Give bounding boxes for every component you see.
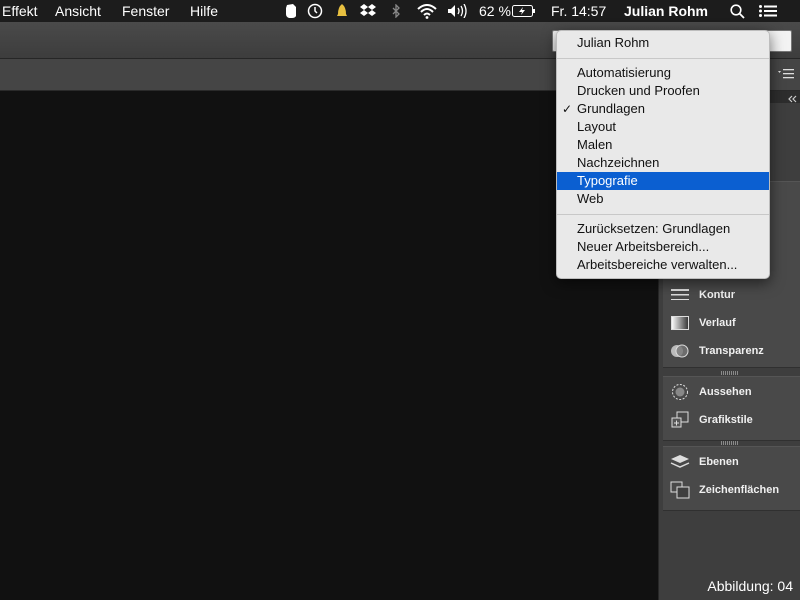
panel-label: Aussehen bbox=[699, 386, 752, 398]
group-grip[interactable] bbox=[721, 371, 739, 375]
collapse-icon[interactable] bbox=[787, 91, 797, 109]
menu-item-web[interactable]: Web bbox=[557, 190, 769, 208]
menu-item-reset-workspace[interactable]: Zurücksetzen: Grundlagen bbox=[557, 220, 769, 238]
figure-caption: Abbildung: 04 bbox=[707, 578, 793, 594]
graphic-styles-icon bbox=[669, 409, 691, 431]
menu-item-nachzeichnen[interactable]: Nachzeichnen bbox=[557, 154, 769, 172]
bell-icon[interactable] bbox=[334, 0, 350, 22]
panel-label: Transparenz bbox=[699, 345, 764, 357]
dropbox-icon[interactable] bbox=[359, 0, 377, 22]
panel-verlauf[interactable]: Verlauf bbox=[669, 310, 736, 336]
evernote-icon[interactable] bbox=[282, 0, 300, 22]
clock[interactable]: Fr. 14:57 bbox=[551, 3, 606, 19]
panel-menu-icon[interactable] bbox=[778, 67, 794, 85]
battery-icon[interactable] bbox=[512, 0, 536, 22]
menu-separator bbox=[557, 58, 769, 59]
bluetooth-icon[interactable] bbox=[389, 0, 403, 22]
menu-item-automatisierung[interactable]: Automatisierung bbox=[557, 64, 769, 82]
stroke-icon bbox=[669, 284, 691, 306]
panel-zeichenflaechen[interactable]: Zeichenflächen bbox=[669, 477, 779, 503]
menu-item-new-workspace[interactable]: Neuer Arbeitsbereich... bbox=[557, 238, 769, 256]
menu-header-user: Julian Rohm bbox=[577, 35, 650, 50]
wifi-icon[interactable] bbox=[416, 0, 438, 22]
workspace-menu: Julian Rohm Automatisierung Drucken und … bbox=[556, 30, 770, 279]
menu-ansicht[interactable]: Ansicht bbox=[55, 3, 101, 19]
user-name[interactable]: Julian Rohm bbox=[624, 3, 708, 19]
menu-separator bbox=[557, 214, 769, 215]
checkmark-icon: ✓ bbox=[562, 102, 573, 116]
search-icon[interactable] bbox=[728, 0, 746, 22]
panel-group-3: Ebenen Zeichenflächen bbox=[663, 446, 800, 511]
menu-item-layout[interactable]: Layout bbox=[557, 118, 769, 136]
time-machine-icon[interactable] bbox=[306, 0, 324, 22]
menu-bar: Effekt Ansicht Fenster Hilfe 62 % Fr. 14… bbox=[0, 0, 800, 22]
transparency-icon bbox=[669, 340, 691, 362]
group-grip[interactable] bbox=[721, 441, 739, 445]
battery-percent: 62 % bbox=[479, 3, 511, 19]
panel-label: Verlauf bbox=[699, 317, 736, 329]
menu-fenster[interactable]: Fenster bbox=[122, 3, 169, 19]
list-icon[interactable] bbox=[758, 0, 778, 22]
menu-item-malen[interactable]: Malen bbox=[557, 136, 769, 154]
panel-label: Grafikstile bbox=[699, 414, 753, 426]
panel-ebenen[interactable]: Ebenen bbox=[669, 449, 739, 475]
panel-transparenz[interactable]: Transparenz bbox=[669, 338, 764, 364]
panel-grafikstile[interactable]: Grafikstile bbox=[669, 407, 753, 433]
panel-label: Kontur bbox=[699, 289, 736, 301]
appearance-icon bbox=[669, 381, 691, 403]
menu-item-typografie[interactable]: Typografie bbox=[557, 172, 769, 190]
layers-icon bbox=[669, 451, 691, 473]
panel-kontur[interactable]: Kontur bbox=[669, 282, 735, 308]
menu-item-grundlagen[interactable]: ✓ Grundlagen bbox=[557, 100, 769, 118]
menu-item-manage-workspaces[interactable]: Arbeitsbereiche verwalten... bbox=[557, 256, 769, 274]
panel-label: Ebenen bbox=[699, 456, 739, 468]
menu-effekt[interactable]: Effekt bbox=[2, 3, 38, 19]
panel-group-2: Aussehen Grafikstile bbox=[663, 376, 800, 441]
volume-icon[interactable] bbox=[446, 0, 470, 22]
panel-label: Zeichenflächen bbox=[699, 484, 780, 496]
artboards-icon bbox=[669, 479, 691, 501]
menu-item-drucken-und-proofen[interactable]: Drucken und Proofen bbox=[557, 82, 769, 100]
panel-aussehen[interactable]: Aussehen bbox=[669, 379, 752, 405]
menu-hilfe[interactable]: Hilfe bbox=[190, 3, 218, 19]
gradient-icon bbox=[669, 312, 691, 334]
